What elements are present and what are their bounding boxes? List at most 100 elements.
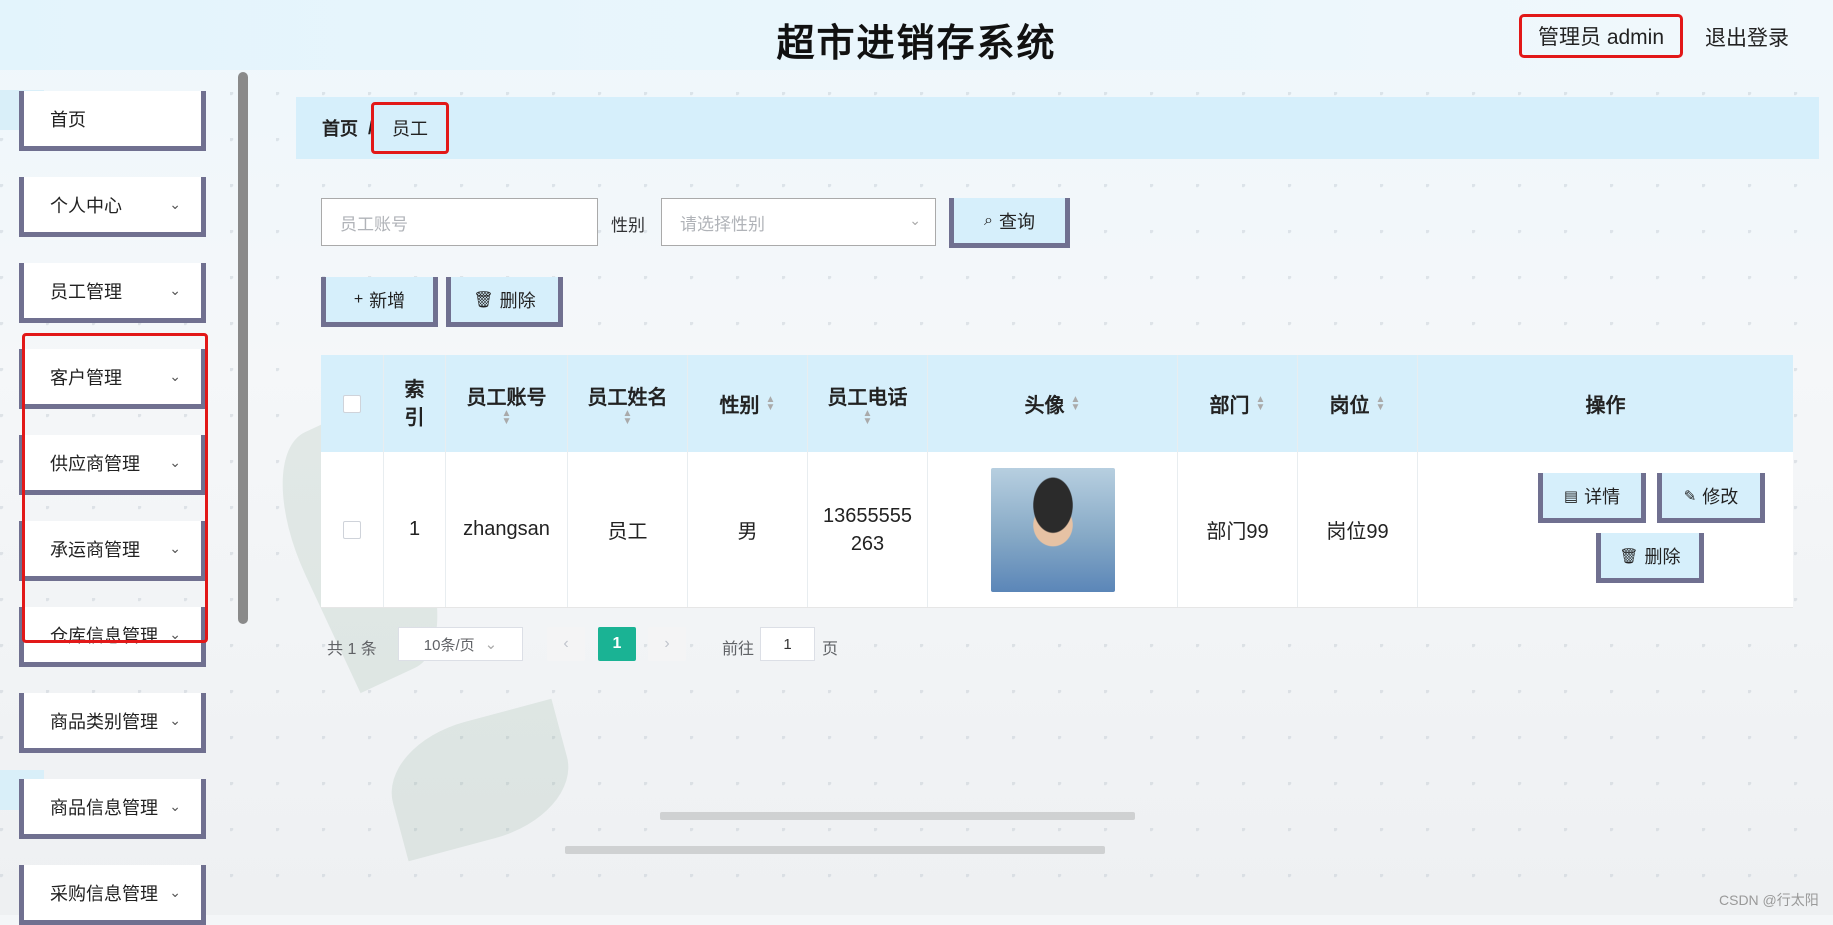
sort-icon[interactable]: ▲ ▼ [502, 409, 512, 427]
add-button-label: 新增 [369, 290, 406, 311]
header-account[interactable]: 员工账号 ▲ ▼ [446, 355, 568, 452]
gender-placeholder: 请选择性别 [680, 214, 765, 234]
cell-index: 1 [384, 452, 446, 607]
avatar-image[interactable] [990, 467, 1115, 592]
row-checkbox[interactable] [343, 520, 361, 539]
sidebar-item-label: 供应商管理 [50, 453, 140, 474]
cell-phone: 13655555263 [808, 452, 928, 607]
sort-icon[interactable]: ▲ ▼ [623, 409, 633, 427]
sidebar-item[interactable]: 承运商管理 ⌄ [19, 521, 206, 581]
sidebar-item[interactable]: 首页 [19, 91, 206, 151]
sidebar-item[interactable]: 商品类别管理 ⌄ [19, 693, 206, 753]
gender-label: 性别 [611, 216, 645, 235]
sidebar-item[interactable]: 采购信息管理 ⌄ [19, 865, 206, 925]
chevron-down-icon: ⌄ [169, 798, 181, 814]
chevron-down-icon: ⌄ [169, 196, 181, 212]
plus-icon: + [353, 290, 364, 308]
sidebar-item[interactable]: 供应商管理 ⌄ [19, 435, 206, 495]
current-page-button[interactable]: 1 [598, 627, 636, 661]
header-name-label: 员工姓名 [587, 387, 668, 409]
detail-button[interactable]: ▤ 详情 [1538, 473, 1646, 523]
batch-delete-button[interactable]: 🗑 删除 [446, 277, 563, 327]
sort-icon[interactable]: ▲ ▼ [1256, 394, 1266, 412]
sort-icon[interactable]: ▲ ▼ [766, 394, 776, 412]
chevron-down-icon: ⌄ [484, 636, 498, 653]
header-avatar[interactable]: 头像 ▲ ▼ [928, 355, 1178, 452]
breadcrumb-home[interactable]: 首页 [322, 115, 358, 141]
sidebar-item-label: 采购信息管理 [50, 883, 158, 904]
batch-delete-label: 删除 [499, 290, 536, 311]
page-size-select[interactable]: 10条/页 ⌄ [398, 627, 523, 661]
chevron-down-icon: ⌄ [169, 540, 181, 556]
trash-icon: 🗑 [1619, 547, 1639, 565]
header-actions: 操作 [1418, 355, 1793, 452]
header-gender[interactable]: 性别 ▲ ▼ [688, 355, 808, 452]
header-index-label: 索引 [404, 378, 425, 429]
sidebar-item-label: 仓库信息管理 [50, 625, 158, 646]
sort-icon[interactable]: ▲ ▼ [1376, 394, 1386, 412]
sidebar-item-label: 首页 [50, 109, 86, 130]
header-phone[interactable]: 员工电话 ▲ ▼ [808, 355, 928, 452]
header-post-label: 岗位 [1329, 395, 1370, 417]
shelf-decoration [565, 846, 1105, 854]
row-delete-button[interactable]: 🗑 删除 [1596, 533, 1704, 583]
select-all-checkbox[interactable] [343, 394, 361, 413]
header-department[interactable]: 部门 ▲ ▼ [1178, 355, 1298, 452]
goto-page-input[interactable]: 1 [760, 627, 815, 661]
sidebar-item[interactable]: 商品信息管理 ⌄ [19, 779, 206, 839]
sidebar-item[interactable]: 个人中心 ⌄ [19, 177, 206, 237]
chevron-down-icon: ⌄ [909, 212, 921, 228]
cell-account: zhangsan [446, 452, 568, 607]
sidebar-scrollbar[interactable] [238, 72, 248, 624]
employee-table: 索引 员工账号 ▲ ▼ 员工姓名 ▲ ▼ 性别 ▲ ▼ 员工电话 ▲ ▼ 头像 ▲ ▼ 部… [321, 355, 1793, 608]
sidebar-item-label: 商品类别管理 [50, 711, 158, 732]
sort-icon[interactable]: ▲ ▼ [1071, 394, 1081, 412]
cell-gender: 男 [688, 452, 808, 607]
logout-link[interactable]: 退出登录 [1705, 22, 1789, 52]
breadcrumb: 首页 / 员工 [296, 97, 1819, 159]
table-header: 索引 员工账号 ▲ ▼ 员工姓名 ▲ ▼ 性别 ▲ ▼ 员工电话 ▲ ▼ 头像 ▲ ▼ 部… [321, 355, 1793, 452]
goto-prefix: 前往 [722, 641, 755, 658]
pencil-icon: ✎ [1683, 487, 1697, 505]
header-post[interactable]: 岗位 ▲ ▼ [1298, 355, 1418, 452]
shelf-decoration [660, 812, 1135, 820]
row-delete-label: 删除 [1644, 546, 1681, 567]
edit-button-label: 修改 [1702, 486, 1739, 507]
page-size-value: 10条/页 [423, 636, 475, 654]
select-all-cell [321, 355, 384, 452]
chevron-down-icon: ⌄ [169, 282, 181, 298]
current-user[interactable]: 管理员 admin [1519, 14, 1683, 58]
header-actions-label: 操作 [1585, 395, 1626, 417]
query-button[interactable]: ⌕ 查询 [949, 198, 1070, 248]
sidebar-item-label: 员工管理 [50, 281, 122, 302]
watermark: CSDN @行太阳 [1719, 892, 1819, 908]
sidebar-item-label: 商品信息管理 [50, 797, 158, 818]
add-button[interactable]: + 新增 [321, 277, 438, 327]
header-department-label: 部门 [1209, 395, 1250, 417]
account-search-input[interactable]: 员工账号 [321, 198, 598, 246]
header-avatar-label: 头像 [1024, 395, 1065, 417]
prev-page-button[interactable]: ‹ [547, 627, 585, 661]
cell-actions: ▤ 详情 ✎ 修改 🗑 删除 [1418, 452, 1793, 607]
breadcrumb-current: 员工 [371, 102, 450, 154]
top-header: 超市进销存系统 管理员 admin 退出登录 [0, 0, 1833, 70]
sort-icon[interactable]: ▲ ▼ [863, 409, 873, 427]
sidebar-item-label: 承运商管理 [50, 539, 140, 560]
header-name[interactable]: 员工姓名 ▲ ▼ [568, 355, 688, 452]
edit-button[interactable]: ✎ 修改 [1657, 473, 1765, 523]
next-page-button[interactable]: › [648, 627, 686, 661]
detail-button-label: 详情 [1584, 486, 1621, 507]
sidebar-item[interactable]: 员工管理 ⌄ [19, 263, 206, 323]
header-phone-label: 员工电话 [827, 387, 908, 409]
sidebar-item[interactable]: 客户管理 ⌄ [19, 349, 206, 409]
chevron-down-icon: ⌄ [169, 368, 181, 384]
cell-name: 员工 [568, 452, 688, 607]
header-account-label: 员工账号 [466, 387, 547, 409]
document-icon: ▤ [1563, 487, 1579, 505]
sidebar-item-label: 客户管理 [50, 367, 122, 388]
cell-avatar [928, 452, 1178, 607]
sidebar-item[interactable]: 仓库信息管理 ⌄ [19, 607, 206, 667]
gender-select[interactable]: 请选择性别 ⌄ [661, 198, 936, 246]
header-index: 索引 [384, 355, 446, 452]
cell-department: 部门99 [1178, 452, 1298, 607]
